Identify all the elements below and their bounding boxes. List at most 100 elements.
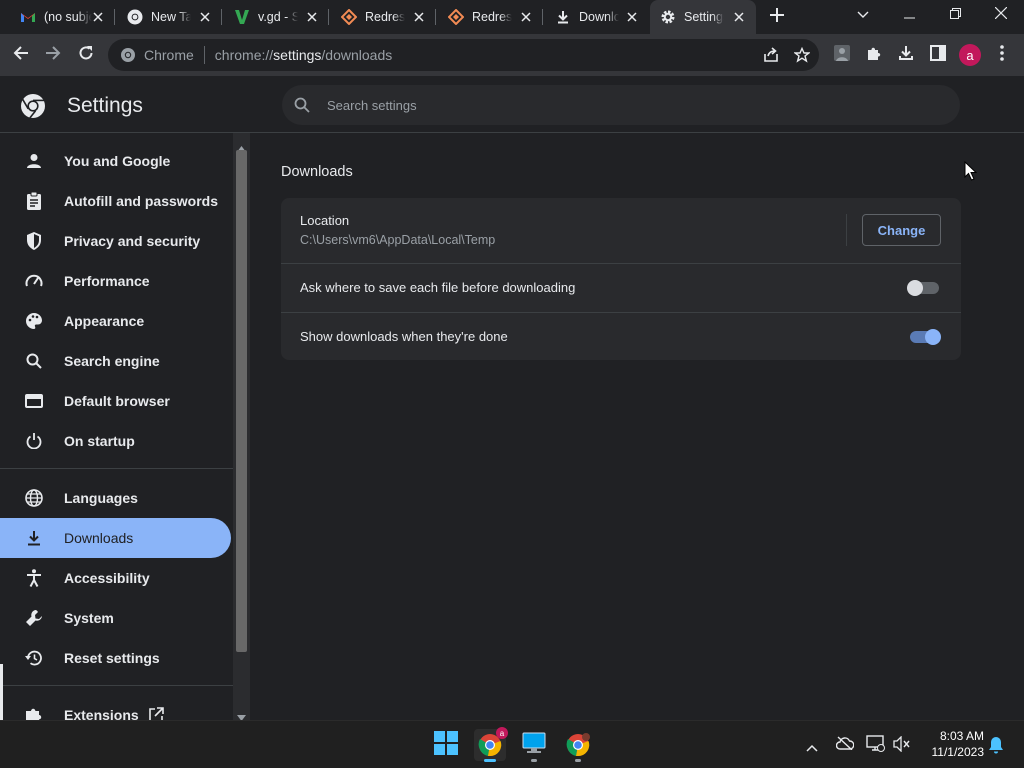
extension-button[interactable] (826, 39, 858, 71)
close-icon[interactable] (519, 10, 533, 24)
sidebar-item-search-engine[interactable]: Search engine (0, 341, 231, 381)
close-icon[interactable] (198, 10, 212, 24)
toggle-knob (925, 329, 941, 345)
sidebar-item-on-startup[interactable]: On startup (0, 421, 231, 461)
gmail-icon (20, 9, 36, 25)
downloads-button[interactable] (890, 39, 922, 71)
close-icon[interactable] (625, 10, 639, 24)
sidebar-divider (0, 468, 233, 469)
sidebar-item-you-and-google[interactable]: You and Google (0, 141, 231, 181)
profile-button[interactable]: a (954, 39, 986, 71)
change-location-button[interactable]: Change (862, 214, 941, 246)
sidebar-item-label: Default browser (64, 393, 170, 409)
side-panel-button[interactable] (922, 39, 954, 71)
minimize-icon (903, 6, 915, 24)
show-downloads-toggle[interactable] (910, 329, 941, 345)
redress-icon (341, 9, 357, 25)
omnibox-divider (203, 46, 205, 64)
sidebar-item-reset-settings[interactable]: Reset settings (0, 638, 231, 678)
sidebar-item-label: Performance (64, 273, 150, 289)
page-title: Settings (67, 94, 143, 117)
onedrive-icon[interactable] (835, 736, 855, 755)
chrome-icon (120, 47, 136, 63)
tab-search-button[interactable] (840, 0, 886, 30)
tab-gmail[interactable]: (no subject) (0, 0, 115, 34)
minimize-button[interactable] (886, 0, 932, 30)
notification-bell-icon[interactable] (988, 736, 1004, 759)
tab-redress-2[interactable]: Redress (436, 0, 543, 34)
sidebar-item-performance[interactable]: Performance (0, 261, 231, 301)
star-icon[interactable] (794, 47, 810, 63)
show-downloads-row[interactable]: Show downloads when they're done (281, 312, 961, 360)
sidebar-item-languages[interactable]: Languages (0, 478, 231, 518)
reload-button[interactable] (70, 39, 102, 71)
settings-main: Downloads Location C:\Users\vm6\AppData\… (250, 133, 1024, 720)
tab-downloads[interactable]: Downloads (543, 0, 649, 34)
settings-header: Settings Search settings (0, 76, 1024, 133)
close-icon[interactable] (732, 10, 746, 24)
clock-time: 8:03 AM (939, 729, 984, 743)
windows-taskbar: a 8:03 AM 11/1/2023 (0, 720, 1024, 768)
search-settings-input[interactable]: Search settings (282, 85, 960, 125)
sidebar-item-autofill[interactable]: Autofill and passwords (0, 181, 231, 221)
browser-toolbar: Chrome chrome://settings/downloads a (0, 34, 1024, 76)
section-title: Downloads (281, 164, 353, 180)
close-icon[interactable] (412, 10, 426, 24)
forward-button[interactable] (37, 39, 69, 71)
close-icon[interactable] (305, 10, 319, 24)
tab-vgd[interactable]: v.gd - Shorten (222, 0, 329, 34)
sidebar-item-default-browser[interactable]: Default browser (0, 381, 231, 421)
settings-sidebar: You and Google Autofill and passwords Pr… (0, 133, 233, 720)
sidebar-item-label: You and Google (64, 153, 171, 169)
downloads-card: Location C:\Users\vm6\AppData\Local\Temp… (281, 198, 961, 360)
sidebar-item-accessibility[interactable]: Accessibility (0, 558, 231, 598)
active-indicator (484, 759, 496, 762)
back-button[interactable] (5, 39, 37, 71)
ask-where-toggle[interactable] (907, 280, 939, 296)
tab-title: Redress (365, 10, 405, 24)
address-bar[interactable]: Chrome chrome://settings/downloads (108, 39, 819, 71)
site-chip[interactable]: Chrome (120, 47, 194, 63)
ask-where-row[interactable]: Ask where to save each file before downl… (281, 263, 961, 312)
taskbar-chrome-guest[interactable] (562, 729, 594, 762)
close-icon[interactable] (91, 10, 105, 24)
taskbar-remote-desktop[interactable] (518, 729, 550, 762)
sidebar-item-label: Languages (64, 490, 138, 506)
chevron-up-icon[interactable] (806, 739, 818, 757)
taskbar-chrome-profile[interactable]: a (474, 727, 508, 762)
speaker-muted-icon[interactable] (893, 735, 911, 757)
avatar: a (959, 44, 981, 66)
clipboard-icon (24, 192, 44, 210)
chrome-icon (127, 9, 143, 25)
tab-settings[interactable]: Settings (650, 0, 756, 34)
share-icon[interactable] (763, 47, 779, 63)
tab-title: Downloads (579, 10, 619, 24)
chevron-down-icon (857, 6, 869, 24)
window-edge-marker (0, 664, 3, 720)
url-scheme: chrome:// (214, 47, 274, 63)
sidebar-item-extensions[interactable]: Extensions (0, 695, 231, 720)
download-icon (898, 45, 914, 66)
scrollbar-thumb[interactable] (236, 150, 247, 652)
start-button[interactable] (430, 729, 462, 761)
sidebar-item-appearance[interactable]: Appearance (0, 301, 231, 341)
tab-redress-1[interactable]: Redress (329, 0, 436, 34)
clock-date: 11/1/2023 (931, 745, 985, 759)
chrome-menu-button[interactable] (986, 39, 1018, 71)
new-tab-button[interactable] (761, 2, 793, 32)
extensions-menu-button[interactable] (858, 39, 890, 71)
sidebar-item-label: Appearance (64, 313, 145, 329)
sidebar-item-label: On startup (64, 433, 135, 449)
tab-new-tab[interactable]: New Tab (115, 0, 222, 34)
sidebar-item-downloads[interactable]: Downloads (0, 518, 231, 558)
sidebar-item-privacy[interactable]: Privacy and security (0, 221, 231, 261)
show-downloads-label: Show downloads when they're done (300, 329, 508, 344)
sidebar-item-system[interactable]: System (0, 598, 231, 638)
sidebar-scrollbar[interactable] (233, 133, 250, 721)
window-close-button[interactable] (978, 0, 1024, 30)
restore-button[interactable] (932, 0, 978, 30)
chrome-logo-icon (20, 93, 46, 119)
network-icon[interactable] (866, 735, 886, 758)
external-link-icon (148, 707, 164, 720)
clock[interactable]: 8:03 AM 11/1/2023 (920, 729, 985, 759)
